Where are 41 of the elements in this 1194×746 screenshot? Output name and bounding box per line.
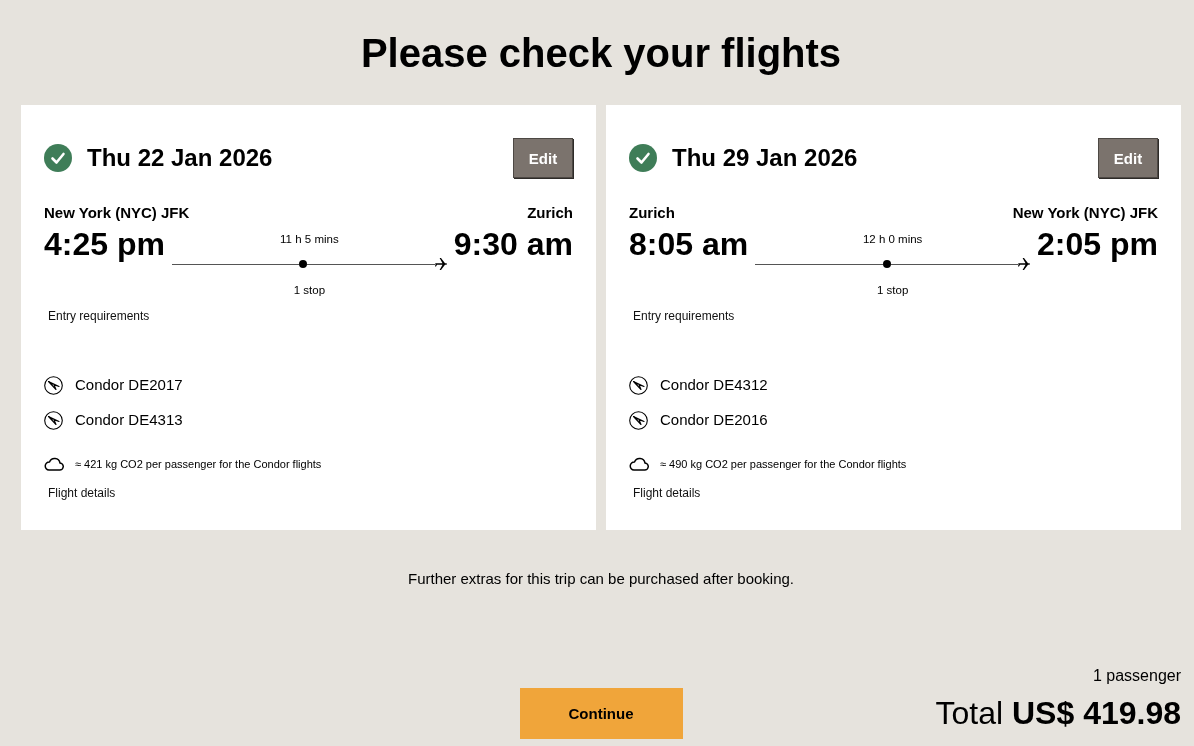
origin-city: New York (NYC) JFK	[44, 204, 190, 222]
stops-count: 1 stop	[293, 283, 326, 297]
flight-number: Condor DE2016	[660, 410, 768, 430]
departure-time: 8:05 am	[629, 226, 749, 262]
departure-time: 4:25 pm	[44, 226, 165, 262]
destination-city: New York (NYC) JFK	[1012, 204, 1158, 222]
origin-city: Zurich	[629, 204, 675, 222]
flight-duration: 11 h 5 mins	[280, 232, 339, 246]
arrival-time: 9:30 am	[453, 226, 573, 262]
flight-details-link[interactable]: Flight details	[48, 486, 116, 500]
flight-number: Condor DE2017	[75, 375, 183, 395]
entry-requirements-link[interactable]: Entry requirements	[633, 309, 735, 323]
emissions-text: ≈ 490 kg CO2 per passenger for the Condor flights	[660, 457, 907, 471]
destination-city: Zurich	[527, 204, 573, 222]
flight-number: Condor DE4313	[75, 410, 183, 430]
cloud-icon	[44, 457, 64, 471]
total-price: Total US$ 419.98	[935, 694, 1181, 732]
plane-icon	[434, 258, 447, 270]
continue-button[interactable]: Continue	[519, 688, 683, 739]
stop-dot-icon	[299, 260, 308, 268]
circled-wing-icon	[44, 410, 63, 430]
stops-count: 1 stop	[876, 283, 909, 297]
flight-details-link[interactable]: Flight details	[633, 486, 701, 500]
extras-note: Further extras for this trip can be purchased after booking.	[408, 570, 794, 588]
flight-date: Thu 22 Jan 2026	[87, 144, 273, 172]
flight-date: Thu 29 Jan 2026	[672, 144, 858, 172]
flight-duration: 12 h 0 mins	[862, 232, 923, 246]
plane-icon	[1018, 258, 1031, 270]
flight-number: Condor DE4312	[660, 375, 768, 395]
circled-wing-icon	[629, 375, 648, 395]
circled-wing-icon	[44, 375, 63, 395]
cloud-icon	[629, 457, 649, 471]
arrival-time: 2:05 pm	[1037, 226, 1158, 262]
page-title: Please check your flights	[360, 30, 842, 76]
edit-button[interactable]: Edit	[513, 138, 573, 178]
stop-dot-icon	[882, 260, 891, 268]
emissions-text: ≈ 421 kg CO2 per passenger for the Condor flights	[75, 457, 322, 471]
circled-wing-icon	[629, 410, 648, 430]
entry-requirements-link[interactable]: Entry requirements	[48, 309, 150, 323]
edit-button[interactable]: Edit	[1098, 138, 1158, 178]
passenger-count: 1 passenger	[1092, 666, 1181, 686]
